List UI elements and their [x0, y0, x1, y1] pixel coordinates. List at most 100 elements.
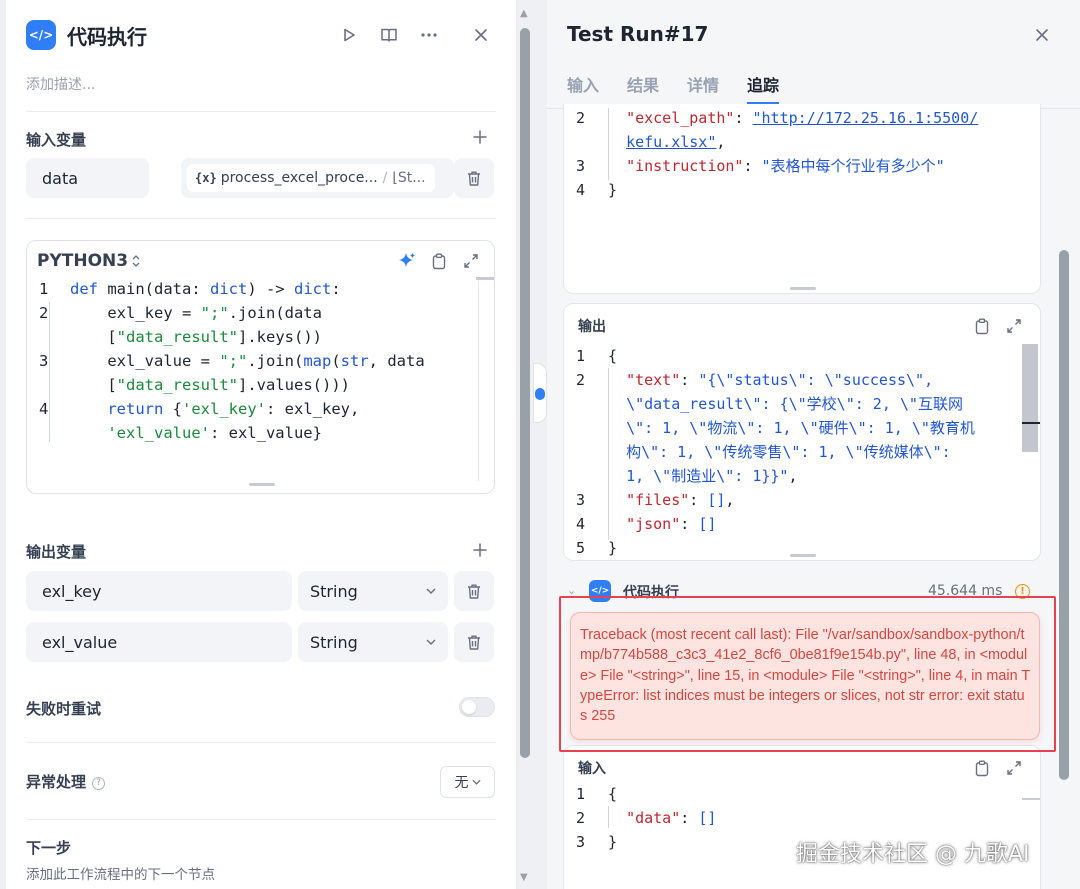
clipboard-icon — [975, 760, 989, 776]
line-number: 4 — [576, 515, 586, 533]
output-scroll-thumb[interactable] — [1022, 344, 1038, 452]
code-lines[interactable]: 1 def main(data: dict) -> dict: 2 exl_key … — [27, 277, 493, 445]
add-output-variable-button[interactable] — [470, 540, 490, 560]
code-text: exl_value = ";".join(map(str, data — [70, 352, 425, 370]
ai-generate-button[interactable] — [395, 249, 419, 273]
add-input-variable-button[interactable] — [470, 127, 490, 147]
node-header: </> 代码执行 — [26, 20, 147, 50]
output-var-name-field[interactable]: exl_value — [26, 622, 292, 662]
panel-resize-handle[interactable] — [533, 363, 547, 423]
cursor-marker — [1022, 422, 1040, 424]
line-number: 1 — [39, 280, 49, 298]
ref-separator: / — [382, 170, 388, 186]
card-resize-handle[interactable] — [790, 287, 816, 290]
code-editor[interactable]: PYTHON3 1 def main(data: dict) -> dict: 2 … — [26, 240, 495, 494]
error-handling-title: 异常处理? — [26, 771, 106, 792]
help-docs-button[interactable] — [376, 22, 402, 48]
code-editor-tools — [395, 249, 483, 273]
right-panel-scrollbar[interactable] — [1059, 250, 1069, 780]
card-resize-handle[interactable] — [790, 554, 816, 557]
close-run-panel-button[interactable] — [1029, 22, 1055, 48]
scroll-down-arrow[interactable]: ▼ — [520, 872, 528, 883]
chevron-down-icon[interactable]: ⌄ — [567, 584, 576, 597]
trace-input-card: 2 "excel_path": "http://172.25.16.1:5500… — [563, 104, 1041, 294]
chevron-down-icon — [426, 588, 436, 594]
indent-guide — [608, 368, 609, 540]
left-panel-scrollbar[interactable] — [520, 28, 530, 758]
play-icon — [344, 28, 355, 42]
expand-input-button[interactable] — [1002, 756, 1026, 780]
code-line: ["data_result"].keys()) — [27, 325, 493, 349]
copy-input-button[interactable] — [970, 756, 994, 780]
run-node-button[interactable] — [336, 22, 362, 48]
trace-input-code[interactable]: 2 "excel_path": "http://172.25.16.1:5500… — [564, 106, 1040, 202]
trash-icon — [468, 635, 480, 650]
trace-node-row[interactable]: ⌄ </> 代码执行 45.644 ms ! — [563, 578, 1041, 606]
code-text: \"data_result\": {\"学校\": 2, \"互联网 — [626, 395, 963, 413]
code-text: "files": [], — [626, 491, 735, 509]
delete-input-variable-button[interactable] — [454, 158, 494, 198]
input-var-name-field[interactable]: data — [26, 158, 149, 198]
code-line: 'exl_value': exl_value} — [27, 421, 493, 445]
language-selector[interactable]: PYTHON3 — [37, 251, 141, 271]
output-var-name: exl_key — [42, 581, 102, 601]
input-var-reference-selector[interactable]: {x} process_excel_proce... / ⌊St... — [181, 158, 454, 198]
code-text: 构\": 1, \"传统零售\": 1, \"传统媒体\": — [626, 443, 951, 461]
error-handling-select[interactable]: 无 — [440, 766, 495, 798]
delete-output-variable-button[interactable] — [454, 571, 494, 611]
editor-scroll-track — [478, 281, 479, 481]
output-code[interactable]: 1{2 "text": "{\"status\": \"success\", \… — [564, 344, 1040, 560]
code-line: 4 return {'exl_key': exl_key, — [27, 397, 493, 421]
expand-output-button[interactable] — [1002, 314, 1026, 338]
chevron-down-icon — [471, 779, 481, 785]
more-options-button[interactable] — [416, 22, 442, 48]
indent-guide — [608, 806, 609, 828]
delete-output-variable-button[interactable] — [454, 622, 494, 662]
line-number: 3 — [576, 833, 586, 851]
node-title[interactable]: 代码执行 — [67, 21, 147, 50]
node-header-actions — [336, 22, 442, 48]
line-number: 4 — [576, 181, 586, 199]
output-var-name: exl_value — [42, 632, 118, 652]
copy-code-button[interactable] — [427, 249, 451, 273]
input-scroll-thumb[interactable] — [1022, 798, 1040, 800]
test-run-panel: Test Run#17 输入 结果 详情 追踪 2 "excel_path": … — [547, 0, 1080, 889]
run-title: Test Run#17 — [567, 22, 709, 46]
code-text: def main(data: dict) -> dict: — [70, 280, 341, 298]
code-line: 4 "json": [] — [564, 512, 1040, 536]
editor-resize-handle[interactable] — [249, 483, 275, 486]
clipboard-icon — [432, 253, 446, 269]
expand-editor-button[interactable] — [459, 249, 483, 273]
line-number: 1 — [576, 785, 586, 803]
tab-result[interactable]: 结果 — [627, 72, 659, 104]
code-line: 2 "data": [] — [564, 806, 1040, 830]
sparkle-icon — [399, 253, 415, 267]
node-description-input[interactable]: 添加描述... — [26, 74, 95, 94]
tab-detail[interactable]: 详情 — [687, 72, 719, 104]
code-text: "text": "{\"status\": \"success\", — [626, 371, 934, 389]
code-line: ["data_result"].values())) — [27, 373, 493, 397]
output-variables-title: 输出变量 — [26, 543, 87, 561]
variable-reference-pill[interactable]: {x} process_excel_proce... / ⌊St... — [187, 164, 435, 192]
output-var-name-field[interactable]: exl_key — [26, 571, 292, 611]
copy-output-button[interactable] — [970, 314, 994, 338]
code-text: { — [608, 785, 618, 803]
ref-variable-name: ⌊St... — [392, 170, 426, 186]
tab-input[interactable]: 输入 — [567, 72, 599, 104]
code-text: ["data_result"].values())) — [70, 376, 350, 394]
code-line: kefu.xlsx", — [564, 130, 1040, 154]
output-var-type-select[interactable]: String — [298, 571, 448, 611]
scroll-up-arrow[interactable]: ▲ — [520, 8, 528, 19]
tab-trace[interactable]: 追踪 — [747, 72, 780, 104]
code-node-icon: </> — [589, 580, 611, 602]
retry-toggle[interactable] — [459, 697, 495, 717]
code-line: 2 exl_key = ";".join(data — [27, 301, 493, 325]
editor-scroll-thumb[interactable] — [476, 277, 494, 280]
line-number: 3 — [576, 491, 586, 509]
output-var-type-select[interactable]: String — [298, 622, 448, 662]
output-var-type: String — [310, 632, 358, 652]
code-line: 4} — [564, 178, 1040, 202]
help-icon[interactable]: ? — [92, 776, 106, 790]
variable-icon: {x} — [195, 171, 217, 185]
close-panel-button[interactable] — [468, 22, 494, 48]
